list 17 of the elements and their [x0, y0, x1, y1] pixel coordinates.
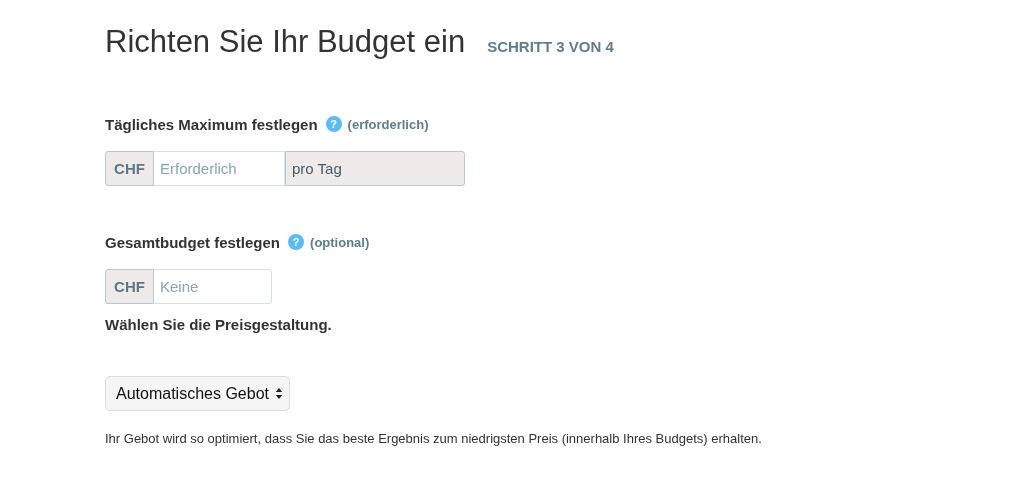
- amount-input[interactable]: Keine: [154, 269, 272, 304]
- field-note: (erforderlich): [347, 116, 429, 132]
- pricing-dropdown[interactable]: Automatisches Gebot: [105, 376, 290, 411]
- currency-addon: CHF: [105, 151, 154, 186]
- field-label: Tägliches Maximum festlegen: [105, 115, 318, 133]
- field-note: (optional): [310, 234, 370, 250]
- amount-input[interactable]: Erforderlich: [154, 151, 285, 186]
- help-icon[interactable]: ?: [288, 234, 305, 250]
- field-label: Wählen Sie die Preisgestaltung.: [105, 315, 332, 333]
- description-text: Ihr Gebot wird so optimiert, dass Sie das beste Ergebnis zum niedrigsten Preis (innerhalb Ihres Budgets) erhalten.: [105, 431, 763, 446]
- help-icon[interactable]: ?: [325, 116, 342, 132]
- currency-addon: CHF: [105, 269, 154, 304]
- unit-addon: pro Tag: [285, 151, 465, 186]
- page-title: Richten Sie Ihr Budget ein: [105, 24, 466, 60]
- step-indicator: SCHRITT 3 VON 4: [487, 38, 614, 55]
- sort-caret-icon: [274, 387, 283, 400]
- field-label: Gesamtbudget festlegen: [105, 233, 281, 251]
